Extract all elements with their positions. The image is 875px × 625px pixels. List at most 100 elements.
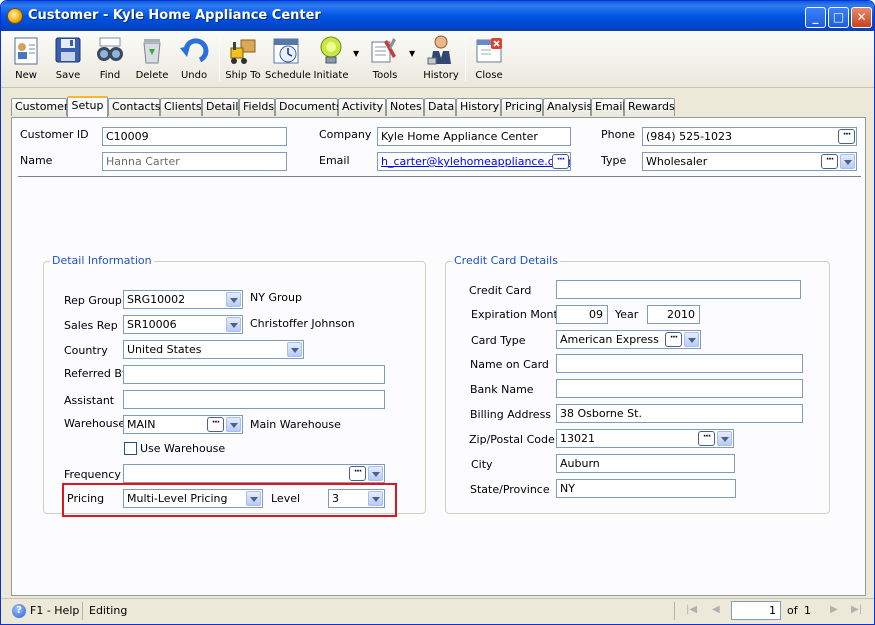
zip-select[interactable]: 13021 ··· (556, 429, 734, 448)
card-type-select[interactable]: American Express ··· (556, 330, 701, 349)
next-page-icon[interactable]: ▶ (830, 604, 838, 615)
country-select[interactable]: United States (123, 340, 304, 359)
tab-analysis[interactable]: Analysis (543, 98, 592, 116)
schedule-calendar-icon (270, 34, 302, 66)
customer-id-field[interactable]: C10009 (102, 127, 287, 146)
name-field[interactable]: Hanna Carter (102, 152, 287, 171)
year-label: Year (615, 308, 639, 321)
warehouse-dropdown-icon[interactable] (226, 417, 241, 432)
find-button[interactable]: Find (91, 34, 129, 86)
card-type-dropdown-icon[interactable] (684, 332, 699, 347)
new-button[interactable]: New (7, 34, 45, 86)
zip-ellipsis-button[interactable]: ··· (698, 431, 715, 446)
page-number-input[interactable]: 1 (731, 601, 781, 620)
assistant-field[interactable] (123, 390, 385, 409)
warehouse-ellipsis-button[interactable]: ··· (207, 417, 224, 432)
sales-rep-select[interactable]: SR10006 (123, 315, 243, 334)
toolbar-separator (219, 37, 220, 81)
help-icon[interactable]: ? (12, 604, 26, 618)
maximize-button[interactable]: □ (828, 7, 849, 28)
credit-card-label: Credit Card (469, 284, 532, 297)
title-bar[interactable]: Customer - Kyle Home Appliance Center _ … (1, 1, 874, 31)
tab-history[interactable]: History (456, 98, 501, 116)
detail-information-title: Detail Information (50, 254, 154, 267)
tab-activity[interactable]: Activity (338, 98, 386, 116)
undo-button[interactable]: Undo (175, 34, 213, 86)
tab-clients[interactable]: Clients (160, 98, 202, 116)
type-ellipsis-button[interactable]: ··· (821, 154, 838, 169)
level-select[interactable]: 3 (328, 489, 385, 508)
status-divider (82, 602, 83, 620)
email-value: h_carter@kylehomeappliance.com (381, 155, 571, 168)
type-select[interactable]: Wholesaler ··· (642, 152, 857, 171)
zip-dropdown-icon[interactable] (717, 431, 732, 446)
frequency-ellipsis-button[interactable]: ··· (349, 466, 366, 481)
tab-rewards[interactable]: Rewards (624, 98, 675, 116)
billing-address-field[interactable]: 38 Osborne St. (556, 404, 803, 423)
year-field[interactable]: 2010 (647, 305, 700, 324)
tab-pricing[interactable]: Pricing (501, 98, 543, 116)
expiration-month-field[interactable]: 09 (556, 305, 608, 324)
header-divider (18, 176, 861, 177)
sales-rep-label: Sales Rep (64, 319, 118, 332)
pricing-dropdown-icon[interactable] (246, 491, 261, 506)
frequency-select[interactable]: ··· (123, 464, 385, 483)
tab-contacts[interactable]: Contacts (108, 98, 161, 116)
name-on-card-field[interactable] (556, 354, 803, 373)
tools-button[interactable]: Tools (365, 34, 405, 86)
state-field[interactable]: NY (556, 479, 736, 498)
phone-ellipsis-button[interactable]: ··· (838, 129, 855, 144)
initiate-dropdown-arrow-icon[interactable]: ▼ (353, 49, 359, 58)
tab-detail[interactable]: Detail (202, 98, 239, 116)
warehouse-value: MAIN (127, 418, 156, 431)
name-label: Name (20, 154, 53, 167)
bank-name-field[interactable] (556, 379, 803, 398)
delete-button[interactable]: Delete (133, 34, 171, 86)
tab-customer[interactable]: Customer (11, 98, 68, 116)
schedule-button[interactable]: Schedule (265, 34, 311, 86)
level-label: Level (271, 492, 301, 505)
level-value: 3 (332, 492, 339, 505)
ship-to-button[interactable]: Ship To (223, 34, 263, 86)
tab-documents[interactable]: Documents (275, 98, 342, 116)
previous-page-icon[interactable]: ◀ (712, 604, 720, 615)
level-dropdown-icon[interactable] (368, 491, 383, 506)
warehouse-select[interactable]: MAIN ··· (123, 415, 243, 434)
save-label: Save (55, 70, 81, 81)
email-ellipsis-button[interactable]: ··· (552, 154, 569, 169)
sales-rep-dropdown-icon[interactable] (226, 317, 241, 332)
minimize-button[interactable]: _ (805, 7, 826, 28)
country-dropdown-icon[interactable] (287, 342, 302, 357)
tab-setup[interactable]: Setup (67, 96, 108, 117)
tab-notes[interactable]: Notes (386, 98, 424, 116)
email-field[interactable]: h_carter@kylehomeappliance.com ··· (377, 152, 571, 171)
rep-group-select[interactable]: SRG10002 (123, 290, 243, 309)
phone-field[interactable]: (984) 525-1023 ··· (642, 127, 857, 146)
total-pages: 1 (804, 604, 811, 617)
type-dropdown-icon[interactable] (840, 154, 855, 169)
rep-group-dropdown-icon[interactable] (226, 292, 241, 307)
frequency-dropdown-icon[interactable] (368, 466, 383, 481)
first-page-icon[interactable]: |◀ (686, 604, 697, 615)
pricing-select[interactable]: Multi-Level Pricing (123, 489, 263, 508)
card-type-ellipsis-button[interactable]: ··· (665, 332, 682, 347)
country-value: United States (127, 343, 202, 356)
credit-card-field[interactable] (556, 280, 801, 299)
save-button[interactable]: Save (49, 34, 87, 86)
tab-data[interactable]: Data (424, 98, 456, 116)
last-page-icon[interactable]: ▶| (851, 604, 862, 615)
initiate-button[interactable]: Initiate (311, 34, 351, 86)
help-text[interactable]: F1 - Help (30, 604, 79, 617)
toolbar-separator (465, 37, 466, 81)
history-button[interactable]: History (421, 34, 461, 86)
close-button[interactable]: Close (469, 34, 509, 86)
use-warehouse-checkbox[interactable] (124, 442, 137, 455)
company-field[interactable]: Kyle Home Appliance Center (377, 127, 571, 146)
city-field[interactable]: Auburn (556, 454, 735, 473)
tab-fields[interactable]: Fields (239, 98, 275, 116)
close-window-button[interactable]: ✕ (851, 7, 872, 28)
credit-card-title: Credit Card Details (452, 254, 560, 267)
referred-by-field[interactable] (123, 365, 385, 384)
tab-email[interactable]: Email (591, 98, 626, 116)
tools-dropdown-arrow-icon[interactable]: ▼ (409, 49, 415, 58)
